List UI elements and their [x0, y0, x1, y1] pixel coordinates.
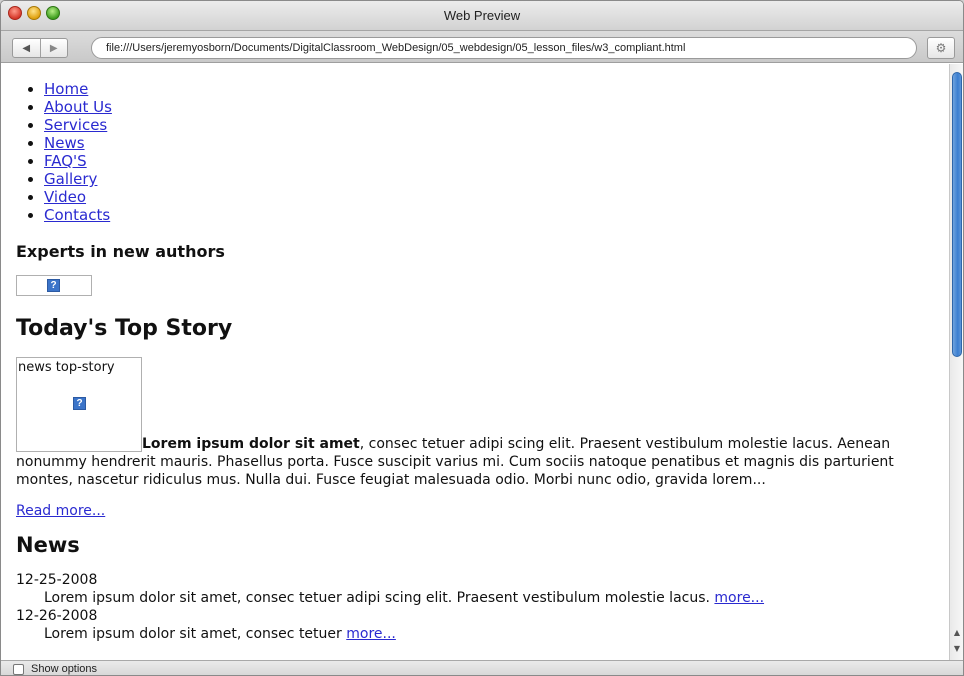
scrollbar-thumb[interactable] — [952, 72, 962, 357]
top-story-text: Lorem ipsum dolor sit amet, consec tetue… — [16, 357, 936, 489]
news-list: 12-25-2008 Lorem ipsum dolor sit amet, c… — [16, 571, 949, 643]
top-story: news top-story ? Lorem ipsum dolor sit a… — [16, 357, 949, 489]
browser-window: Web Preview ◀ ▶ file:///Users/jeremyosbo… — [0, 0, 964, 676]
news-item: Lorem ipsum dolor sit amet, consec tetue… — [16, 625, 949, 643]
image-alt-text: news top-story — [18, 360, 115, 375]
menu-link-video[interactable]: Video — [44, 188, 86, 206]
menu-item: Video — [44, 188, 949, 206]
broken-image-icon: ? — [47, 279, 60, 292]
menu-link-home[interactable]: Home — [44, 80, 88, 98]
menu-link-contacts[interactable]: Contacts — [44, 206, 110, 224]
show-options-checkbox[interactable] — [13, 664, 24, 675]
news-text: Lorem ipsum dolor sit amet, consec tetue… — [44, 626, 347, 642]
menu-item: News — [44, 134, 949, 152]
scroll-down-arrow-icon[interactable]: ▼ — [950, 642, 963, 656]
news-more-link[interactable]: more... — [714, 590, 764, 606]
address-bar[interactable]: file:///Users/jeremyosborn/Documents/Dig… — [91, 37, 917, 59]
nav-buttons: ◀ ▶ — [12, 38, 68, 58]
back-arrow-icon[interactable]: ◀ — [13, 39, 40, 57]
toolbar: ◀ ▶ file:///Users/jeremyosborn/Documents… — [1, 31, 963, 63]
menu-link-gallery[interactable]: Gallery — [44, 170, 97, 188]
news-date: 12-26-2008 — [16, 608, 98, 624]
news-text: Lorem ipsum dolor sit amet, consec tetue… — [44, 590, 715, 606]
news-heading: News — [16, 533, 80, 557]
story-lead: Lorem ipsum dolor sit amet — [142, 436, 360, 452]
menu-link-services[interactable]: Services — [44, 116, 107, 134]
top-story-heading: Today's Top Story — [16, 316, 233, 341]
nav-menu: Home About Us Services News FAQ'S Galler… — [16, 80, 949, 224]
broken-image-icon: ? — [73, 397, 86, 410]
menu-item: About Us — [44, 98, 949, 116]
menu-link-faqs[interactable]: FAQ'S — [44, 152, 87, 170]
read-more-row: Read more... — [16, 503, 949, 519]
read-more-link[interactable]: Read more... — [16, 503, 105, 519]
page-content: Home About Us Services News FAQ'S Galler… — [1, 64, 949, 660]
status-bar: Show options — [1, 660, 963, 675]
broken-image-placeholder: ? — [16, 275, 92, 296]
news-more-link[interactable]: more... — [346, 626, 396, 642]
show-options-label[interactable]: Show options — [31, 663, 97, 675]
menu-item: Gallery — [44, 170, 949, 188]
title-bar: Web Preview — [1, 1, 963, 31]
vertical-scrollbar[interactable]: ▲ ▼ — [949, 64, 963, 660]
scroll-up-arrow-icon[interactable]: ▲ — [950, 626, 963, 640]
top-story-image: news top-story ? — [16, 357, 142, 452]
menu-link-news[interactable]: News — [44, 134, 85, 152]
forward-arrow-icon[interactable]: ▶ — [39, 39, 68, 57]
menu-link-about-us[interactable]: About Us — [44, 98, 112, 116]
menu-item: FAQ'S — [44, 152, 949, 170]
menu-item: Home — [44, 80, 949, 98]
menu-item: Services — [44, 116, 949, 134]
window-title: Web Preview — [443, 8, 521, 23]
experts-heading: Experts in new authors — [16, 242, 225, 261]
news-item: Lorem ipsum dolor sit amet, consec tetue… — [16, 589, 949, 607]
gear-icon[interactable]: ⚙ — [927, 37, 955, 59]
menu-item: Contacts — [44, 206, 949, 224]
news-date: 12-25-2008 — [16, 572, 98, 588]
